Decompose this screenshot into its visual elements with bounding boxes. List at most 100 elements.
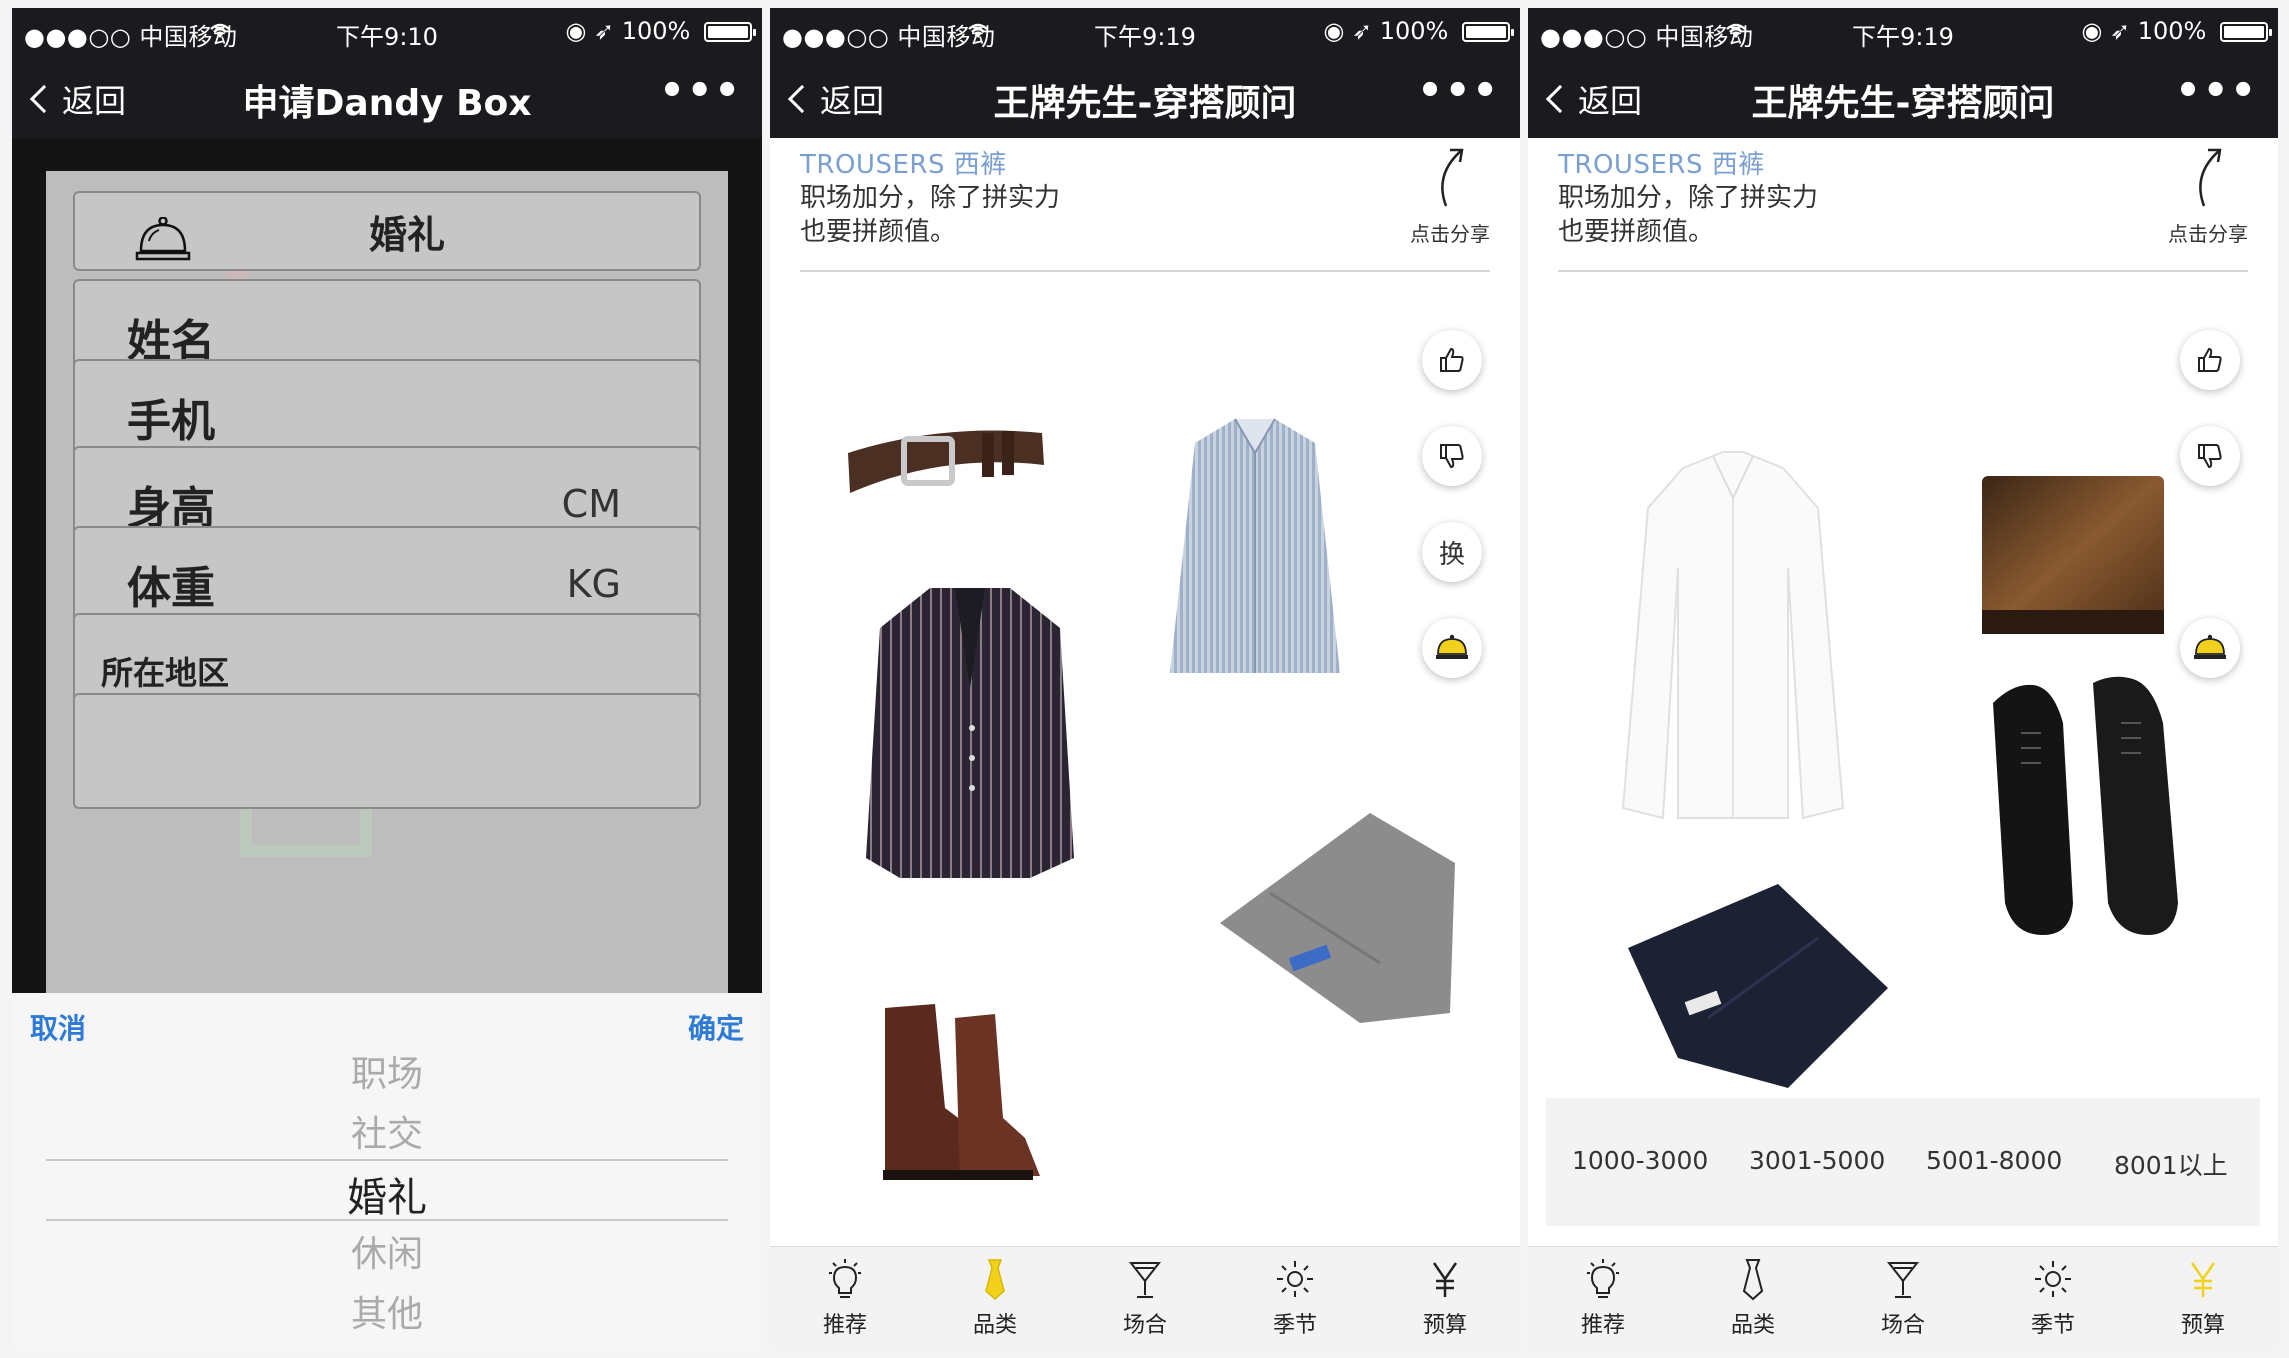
leather-wallet-image[interactable] [1978, 470, 2168, 640]
tab-recommend[interactable]: 推荐 [785, 1251, 905, 1339]
picker-option[interactable]: 休闲 [12, 1225, 762, 1277]
tab-label: 预算 [1422, 1313, 1467, 1338]
weight-unit: KG [566, 562, 621, 606]
battery-percent: 100% [1379, 17, 1449, 45]
confirm-button[interactable]: 确定 [688, 1007, 744, 1047]
tab-season[interactable]: 季节 [1993, 1251, 2113, 1339]
status-bar: ●●●○○ 中国移动 下午9:19 ◉ ➶ 100% [770, 8, 1520, 56]
form-panel: 婚礼 姓名 手机 身高 CM 体重 KG 所在地区 [46, 171, 728, 993]
height-unit: CM [561, 482, 621, 526]
status-right: ◉ ➶ 100% [2081, 17, 2272, 45]
tab-category[interactable]: 品类 [1693, 1251, 1813, 1339]
battery-percent: 100% [621, 17, 691, 45]
request-box-button[interactable] [1422, 618, 1482, 678]
swap-label: 换 [1438, 539, 1465, 570]
share-arrow-icon[interactable] [2190, 144, 2226, 210]
more-menu-button[interactable]: ••• [1417, 68, 1500, 114]
share-hint[interactable]: 点击分享 [2168, 218, 2248, 247]
tagline-line2: 也要拼颜值。 [800, 217, 957, 247]
status-bar: ●●●○○ 中国移动 下午9:10 ◉ ➶ 100% [12, 8, 762, 56]
tab-label: 推荐 [822, 1313, 867, 1338]
picker-selection-line [46, 1159, 728, 1161]
budget-option[interactable]: 8001以上 [2114, 1146, 2228, 1182]
white-shirt-image[interactable] [1613, 448, 1853, 828]
budget-option[interactable]: 3001-5000 [1749, 1146, 1885, 1175]
bottom-tab-bar: 推荐 品类 场合 季节 预算 [1528, 1246, 2278, 1350]
checked-shirt-image[interactable] [1165, 413, 1345, 683]
category-label: TROUSERS 西裤 [800, 150, 1007, 180]
nav-bar: 返回 申请Dandy Box ••• [12, 56, 762, 138]
status-bar: ●●●○○ 中国移动 下午9:19 ◉ ➶ 100% [1528, 8, 2278, 56]
thumbs-up-icon [2198, 347, 2222, 372]
swap-button[interactable]: 换 [1422, 522, 1482, 582]
region-label: 所在地区 [101, 654, 230, 692]
like-button[interactable] [1422, 330, 1482, 390]
tab-occasion[interactable]: 场合 [1085, 1251, 1205, 1339]
tab-budget[interactable]: 预算 [1385, 1251, 1505, 1339]
tab-label: 季节 [2030, 1313, 2075, 1338]
request-box-button[interactable] [2180, 618, 2240, 678]
outfit-header: TROUSERS 西裤 职场加分，除了拼实力 也要拼颜值。 点击分享 [1558, 144, 2248, 272]
striped-blazer-image[interactable] [860, 578, 1080, 888]
yen-icon [1432, 1262, 1458, 1297]
location-icon: ➶ [2109, 17, 2131, 45]
belt-image[interactable] [842, 403, 1052, 523]
picker-selection-line [46, 1219, 728, 1221]
navy-trousers-image[interactable] [1618, 878, 1898, 1098]
divider [800, 270, 1490, 272]
phone-label: 手机 [127, 396, 215, 447]
like-button[interactable] [2180, 330, 2240, 390]
location-icon: ➶ [593, 17, 615, 45]
tab-label: 场合 [1880, 1313, 1925, 1338]
tab-label: 品类 [1730, 1313, 1775, 1338]
dislike-button[interactable] [1422, 426, 1482, 486]
budget-option[interactable]: 1000-3000 [1572, 1146, 1708, 1175]
occasion-field[interactable]: 婚礼 [73, 191, 701, 271]
thumbs-up-icon [1440, 347, 1464, 372]
more-menu-button[interactable]: ••• [2175, 68, 2258, 114]
nav-bar: 返回 王牌先生-穿搭顾问 ••• [770, 56, 1520, 138]
tab-season[interactable]: 季节 [1235, 1251, 1355, 1339]
tab-category[interactable]: 品类 [935, 1251, 1055, 1339]
tab-label: 推荐 [1580, 1313, 1625, 1338]
address-field-partial[interactable] [73, 693, 701, 809]
occasion-value: 婚礼 [368, 212, 445, 257]
tab-occasion[interactable]: 场合 [1843, 1251, 1963, 1339]
picker-option[interactable]: 社交 [12, 1105, 762, 1157]
location-icon: ➶ [1351, 17, 1373, 45]
page-title: 申请Dandy Box [242, 83, 532, 124]
yen-icon [2190, 1262, 2216, 1297]
cocktail-icon [1128, 1262, 1162, 1298]
dislike-button[interactable] [2180, 426, 2240, 486]
tab-recommend[interactable]: 推荐 [1543, 1251, 1663, 1339]
budget-selector: 1000-3000 3001-5000 5001-8000 8001以上 [1546, 1098, 2260, 1226]
tagline-line2: 也要拼颜值。 [1558, 217, 1715, 247]
more-menu-button[interactable]: ••• [659, 68, 742, 114]
page-title: 王牌先生-穿搭顾问 [1751, 83, 2055, 124]
tab-label: 品类 [972, 1313, 1017, 1338]
orientation-lock-icon: ◉ [2081, 17, 2103, 45]
status-right: ◉ ➶ 100% [1323, 17, 1514, 45]
screenshot-collage: ●●●○○ 中国移动 下午9:10 ◉ ➶ 100% 返回 申请Dandy Bo… [0, 0, 2289, 1358]
service-bell-icon [1436, 634, 1468, 659]
sun-icon [2035, 1261, 2071, 1297]
battery-icon [1462, 22, 1514, 42]
oxford-shoes-image[interactable] [1983, 673, 2183, 943]
tab-budget[interactable]: 预算 [2143, 1251, 2263, 1339]
tab-label: 场合 [1122, 1313, 1167, 1338]
occasion-picker-sheet: 取消 确定 职场 社交 婚礼 休闲 其他 [12, 993, 762, 1350]
brogue-boots-image[interactable] [865, 998, 1045, 1188]
nav-bar: 返回 王牌先生-穿搭顾问 ••• [1528, 56, 2278, 138]
tie-icon [1742, 1259, 1764, 1301]
share-hint[interactable]: 点击分享 [1410, 218, 1490, 247]
page-title: 王牌先生-穿搭顾问 [993, 83, 1297, 124]
grey-trousers-image[interactable] [1210, 803, 1460, 1033]
bulb-icon [1587, 1259, 1619, 1298]
picker-option[interactable]: 其他 [12, 1285, 762, 1337]
budget-option[interactable]: 5001-8000 [1926, 1146, 2062, 1175]
picker-option[interactable]: 职场 [12, 1045, 762, 1097]
picker-option-selected[interactable]: 婚礼 [12, 1165, 762, 1223]
share-arrow-icon[interactable] [1432, 144, 1468, 210]
thumbs-down-icon [1440, 444, 1464, 469]
cancel-button[interactable]: 取消 [30, 1007, 86, 1047]
